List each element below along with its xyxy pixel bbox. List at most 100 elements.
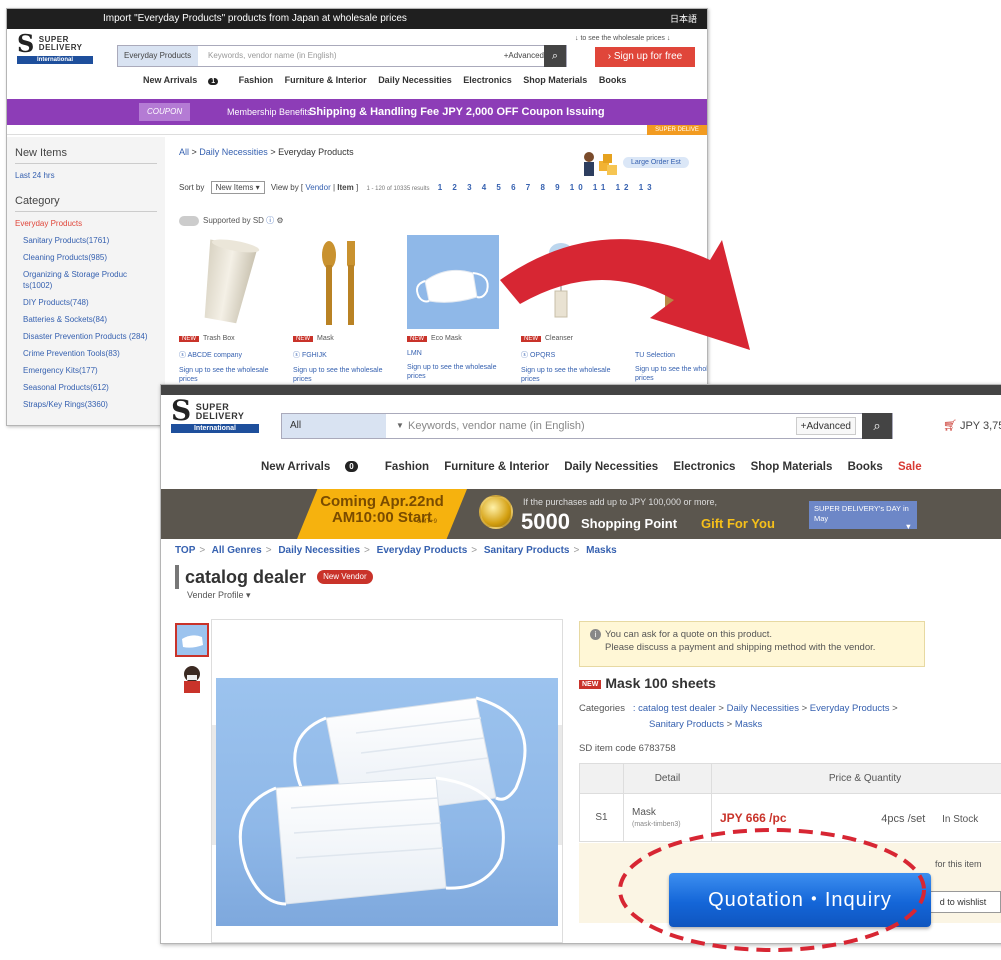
vendor-title: catalog dealer New Vendor bbox=[175, 565, 373, 589]
nav-shop-materials[interactable]: Shop Materials bbox=[751, 461, 833, 473]
pagination[interactable]: 1 2 3 4 5 6 7 8 9 10 11 12 13 bbox=[438, 183, 656, 192]
promo-time-line: AM10:00 Start bbox=[331, 509, 433, 526]
thumbnail-person[interactable] bbox=[175, 661, 209, 695]
search-input[interactable]: Keywords, vendor name (in English) bbox=[408, 414, 585, 438]
product-signup-link[interactable]: Sign up to see the wholesale prices bbox=[179, 366, 275, 384]
nav-fashion[interactable]: Fashion bbox=[239, 75, 274, 85]
product-name[interactable]: Trash Box bbox=[203, 335, 235, 342]
advanced-search-link[interactable]: +Advanced bbox=[504, 46, 544, 66]
search-input[interactable]: Keywords, vendor name (in English) bbox=[208, 46, 337, 66]
category-link[interactable]: Masks bbox=[735, 719, 762, 730]
logo-wordmark: SUPER DELIVERY bbox=[38, 35, 83, 52]
supported-filter[interactable]: Supported by SD ⓘ ⚙ bbox=[179, 215, 284, 226]
product-vendor[interactable]: ABCDE company bbox=[188, 352, 242, 359]
product-image[interactable] bbox=[293, 235, 385, 329]
quotation-inquiry-button[interactable]: Quotation・Inquiry bbox=[669, 873, 931, 927]
search-category-select[interactable]: All bbox=[282, 414, 386, 438]
sidebar-last-24-hrs[interactable]: Last 24 hrs bbox=[15, 170, 157, 181]
person-thumbnail-image bbox=[175, 661, 209, 695]
sidebar-category-item[interactable]: Crime Prevention Tools(83) bbox=[23, 348, 157, 359]
sidebar-category-item[interactable]: Sanitary Products(1761) bbox=[23, 235, 157, 246]
promo-banner[interactable]: Coming Apr.22nd AM10:00 Start GMT+9 If t… bbox=[161, 489, 1001, 539]
breadcrumb-top[interactable]: TOP bbox=[175, 545, 195, 556]
view-by-vendor[interactable]: Vendor bbox=[305, 183, 330, 192]
sidebar-category-item[interactable]: Cleaning Products(985) bbox=[23, 252, 157, 263]
nav-books[interactable]: Books bbox=[848, 461, 883, 473]
product-vendor[interactable]: FGHIJK bbox=[302, 352, 327, 359]
breadcrumb-all-genres[interactable]: All Genres bbox=[212, 545, 262, 556]
advanced-search-button[interactable]: +Advanced bbox=[795, 417, 856, 435]
row-price-quantity: JPY 666 /pc 4pcs /set In Stock bbox=[711, 793, 1001, 842]
breadcrumb-masks[interactable]: Masks bbox=[586, 545, 617, 556]
promo-date-line: Coming Apr.22nd bbox=[320, 493, 444, 510]
site-logo[interactable]: S SUPER DELIVERY International bbox=[17, 32, 97, 69]
product-signup-link[interactable]: Sign up to see the wholesale prices bbox=[293, 366, 389, 384]
vendor-icon: ⓢ bbox=[293, 352, 300, 359]
sort-select[interactable]: New Items ▾ bbox=[210, 181, 265, 194]
nav-new-arrivals[interactable]: New Arrivals 1 bbox=[143, 75, 227, 85]
category-link[interactable]: Sanitary Products bbox=[649, 719, 724, 730]
view-by-item[interactable]: Item bbox=[337, 183, 353, 192]
mask-thumbnail-image bbox=[177, 625, 207, 655]
promo-timezone: GMT+9 bbox=[416, 519, 437, 525]
category-link[interactable]: Daily Necessities bbox=[727, 703, 799, 714]
supported-toggle[interactable] bbox=[179, 215, 199, 226]
vendor-name[interactable]: catalog dealer bbox=[185, 567, 306, 587]
thumbnail-mask[interactable] bbox=[175, 623, 209, 657]
nav-furniture-interior[interactable]: Furniture & Interior bbox=[444, 461, 549, 473]
product-name[interactable]: Eco Mask bbox=[431, 335, 462, 342]
surgical-masks-illustration bbox=[238, 696, 527, 906]
nav-electronics[interactable]: Electronics bbox=[463, 75, 512, 85]
category-link[interactable]: Everyday Products bbox=[810, 703, 890, 714]
sidebar-category-item[interactable]: Batteries & Sockets(84) bbox=[23, 314, 157, 325]
product-name[interactable]: Mask bbox=[317, 335, 334, 342]
nav-books[interactable]: Books bbox=[599, 75, 627, 85]
signup-button[interactable]: › Sign up for free bbox=[595, 47, 695, 67]
product-categories: Categories : catalog test dealer > Daily… bbox=[579, 703, 898, 730]
table-header-detail: Detail bbox=[623, 763, 712, 794]
nav-furniture-interior[interactable]: Furniture & Interior bbox=[285, 75, 367, 85]
coupon-banner[interactable]: COUPON Membership Benefits Shipping & Ha… bbox=[7, 99, 707, 125]
large-order-promo[interactable]: Large Order Est bbox=[577, 149, 707, 179]
add-to-wishlist-button[interactable]: d to wishlist bbox=[925, 891, 1001, 913]
category-link[interactable]: : catalog test dealer bbox=[633, 703, 716, 714]
breadcrumb-daily-necessities[interactable]: Daily Necessities bbox=[278, 545, 360, 556]
nav-fashion[interactable]: Fashion bbox=[385, 461, 429, 473]
quote-notice: i You can ask for a quote on this product… bbox=[579, 621, 925, 667]
nav-shop-materials[interactable]: Shop Materials bbox=[523, 75, 587, 85]
new-vendor-badge: New Vendor bbox=[317, 570, 373, 584]
nav-electronics[interactable]: Electronics bbox=[673, 461, 735, 473]
product-image[interactable] bbox=[179, 235, 271, 329]
sidebar-category-item[interactable]: Emergency Kits(177) bbox=[23, 365, 157, 376]
info-icon: i bbox=[590, 629, 601, 640]
sidebar-category-active[interactable]: Everyday Products bbox=[15, 218, 157, 229]
vendor-profile-dropdown[interactable]: Vender Profile ▾ bbox=[187, 590, 251, 601]
product-vendor[interactable]: LMN bbox=[407, 350, 422, 357]
breadcrumb-all[interactable]: All bbox=[179, 147, 189, 157]
search-button[interactable]: ⌕ bbox=[544, 45, 566, 67]
main-product-image[interactable] bbox=[211, 619, 563, 943]
search-button[interactable]: ⌕ bbox=[862, 413, 892, 439]
nav-new-arrivals[interactable]: New Arrivals 0 bbox=[261, 461, 370, 473]
sidebar-category-item[interactable]: Organizing & Storage Produc ts(1002) bbox=[23, 269, 157, 291]
coupon-offer-text: Shipping & Handling Fee JPY 2,000 OFF Co… bbox=[309, 106, 605, 118]
breadcrumb-everyday-products[interactable]: Everyday Products bbox=[377, 545, 468, 556]
breadcrumb-sanitary-products[interactable]: Sanitary Products bbox=[484, 545, 570, 556]
nav-daily-necessities[interactable]: Daily Necessities bbox=[564, 461, 658, 473]
breadcrumb-daily-necessities[interactable]: Daily Necessities bbox=[199, 147, 268, 157]
sidebar-category-item[interactable]: Straps/Key Rings(3360) bbox=[23, 399, 157, 410]
product-card[interactable]: NEW Trash Box ⓢ ABCDE company Sign up to … bbox=[179, 235, 275, 405]
language-switch[interactable]: 日本語 bbox=[670, 9, 697, 29]
nav-daily-necessities[interactable]: Daily Necessities bbox=[378, 75, 452, 85]
product-card[interactable]: NEW Mask ⓢ FGHIJK Sign up to see the whol… bbox=[293, 235, 389, 405]
sidebar-category-item[interactable]: DIY Products(748) bbox=[23, 297, 157, 308]
search-category-select[interactable]: Everyday Products bbox=[118, 46, 198, 66]
sidebar-category-item[interactable]: Seasonal Products(612) bbox=[23, 382, 157, 393]
nav-sale[interactable]: Sale bbox=[898, 461, 922, 473]
new-badge: NEW bbox=[179, 336, 199, 342]
promo-day-select[interactable]: SUPER DELIVERY's DAY in May ▼ bbox=[809, 501, 917, 531]
sidebar-category-item[interactable]: Disaster Prevention Products (284) bbox=[23, 331, 157, 342]
site-logo[interactable]: S SUPER DELIVERY International bbox=[171, 397, 267, 439]
cart-summary[interactable]: 🛒︎ JPY 3,75 bbox=[943, 419, 1001, 432]
new-arrivals-count: 0 bbox=[345, 461, 358, 472]
